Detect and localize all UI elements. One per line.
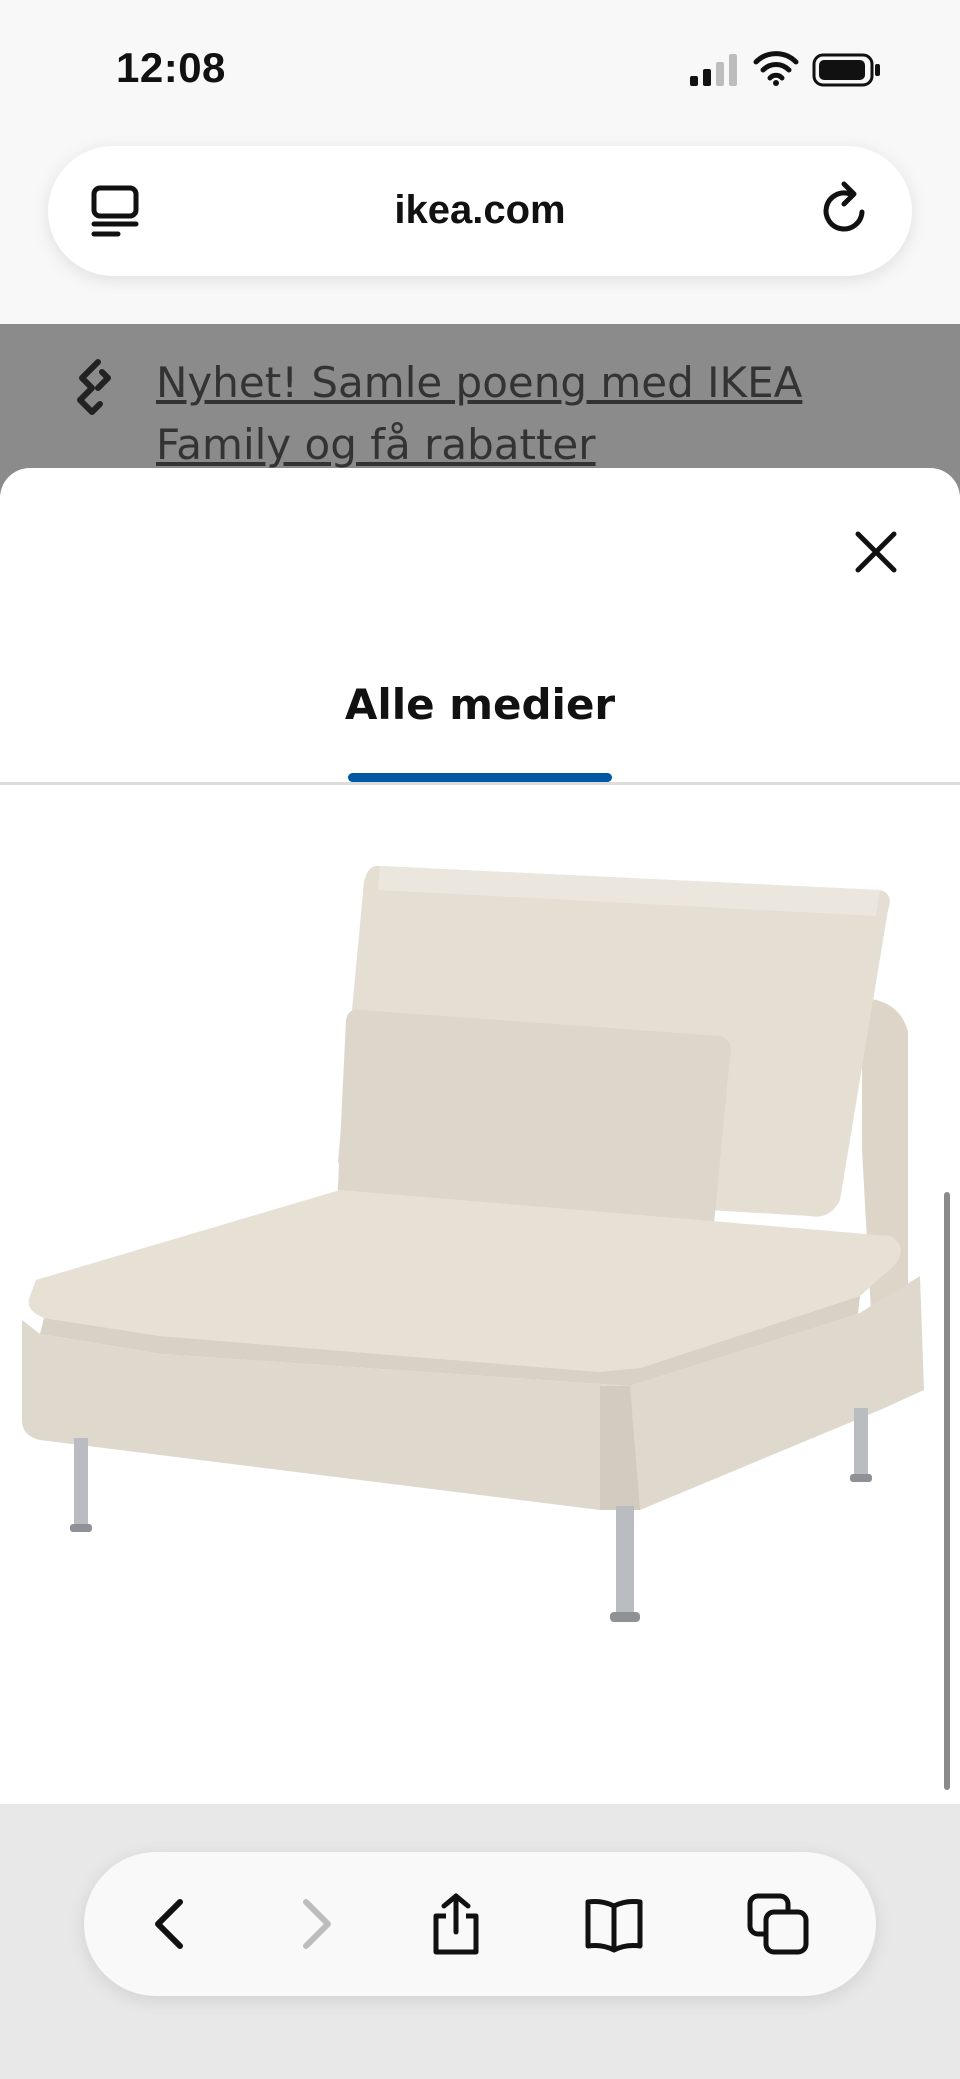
tabs-overview-icon[interactable]: [88, 182, 146, 242]
wifi-icon: [753, 51, 799, 86]
tabs-icon[interactable]: [746, 1892, 810, 1956]
status-time: 12:08: [116, 44, 226, 91]
url-text[interactable]: ikea.com: [300, 188, 660, 233]
product-image[interactable]: [0, 820, 960, 1680]
tab-divider: [0, 782, 960, 785]
share-icon[interactable]: [424, 1892, 488, 1956]
scrollbar[interactable]: [944, 1192, 950, 1790]
tab-active-indicator: [348, 773, 612, 782]
forward-icon[interactable]: [284, 1892, 348, 1956]
reload-icon[interactable]: [818, 180, 874, 240]
link-icon: [77, 359, 111, 415]
tab-all-media[interactable]: Alle medier: [300, 680, 660, 729]
battery-icon: [812, 53, 880, 87]
cellular-signal-icon: [690, 54, 737, 86]
close-icon[interactable]: [852, 528, 900, 576]
back-icon[interactable]: [138, 1892, 202, 1956]
bookmarks-icon[interactable]: [582, 1892, 646, 1956]
promo-link[interactable]: Nyhet! Samle poeng med IKEA Family og få…: [156, 352, 916, 476]
